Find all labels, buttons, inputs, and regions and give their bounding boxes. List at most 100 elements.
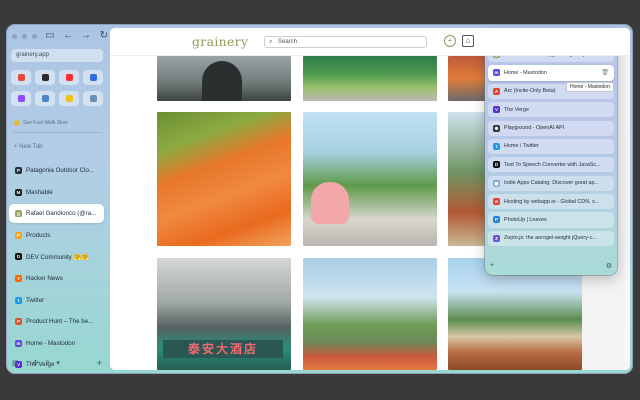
switcher-tab-item[interactable]: P PhotoUp | Leaves	[488, 212, 614, 228]
favorite-messenger[interactable]	[11, 91, 31, 106]
space-icon-1[interactable]: ✣	[33, 359, 39, 367]
photo-street-parade[interactable]	[303, 258, 437, 370]
photo-hotel-sign[interactable]: 泰安大酒店	[157, 258, 291, 370]
gear-icon[interactable]: ⚙	[606, 262, 612, 270]
library-icon[interactable]: ▥	[12, 359, 19, 367]
mastodon-icon: m	[15, 339, 22, 347]
sidebar-tab[interactable]: t Twitter	[9, 291, 104, 310]
dev-icon: D	[15, 253, 22, 261]
photoup-icon: P	[493, 216, 500, 224]
tooltip: Home - Mastodon	[566, 82, 614, 92]
switcher-tab-label: PhotoUp | Leaves	[504, 216, 547, 223]
fast-walk-label: See Fast Walk Slow	[23, 120, 68, 126]
favorite-youtube[interactable]	[59, 70, 79, 85]
favorite-puzzle[interactable]	[83, 91, 103, 106]
openai-icon: ✺	[493, 124, 500, 132]
switcher-tab-item[interactable]: ▦ Indie Apps Catalog: Discover great ap..…	[488, 175, 614, 191]
space-icon-2[interactable]: ⇪	[45, 359, 51, 367]
favorite-screen[interactable]	[35, 91, 55, 106]
zoom-window-button[interactable]	[32, 34, 37, 39]
search-input[interactable]: ⌕ Search	[264, 36, 427, 48]
new-tab-button[interactable]: + New Tab	[14, 144, 42, 150]
back-arrow-icon[interactable]: ←	[62, 30, 74, 42]
switcher-tab-label: Arc (Invite-Only Beta)	[504, 88, 556, 95]
sidebar-toggle-icon[interactable]: ▭	[44, 30, 56, 42]
sidebar: ▭ ← → ↻ grainery.app See Fast Walk Slow …	[6, 24, 108, 374]
minimize-window-button[interactable]	[22, 34, 27, 39]
facebook-icon	[89, 74, 97, 81]
photo-parade-float[interactable]	[303, 112, 437, 246]
sidebar-tab[interactable]: P Patagonia Outdoor Clo...	[9, 161, 104, 180]
favorite-bulb[interactable]	[59, 91, 79, 106]
products-icon: P	[15, 231, 22, 239]
favorite-gmail[interactable]	[11, 70, 31, 85]
switcher-tab-label: Home - Mastodon	[504, 69, 547, 76]
forward-arrow-icon[interactable]: →	[80, 30, 92, 42]
zepto-icon: Z	[493, 234, 500, 242]
sidebar-tab[interactable]: P Product Hunt – The be...	[9, 312, 104, 331]
photo-festival-crowd[interactable]	[448, 112, 488, 246]
gmail-icon	[17, 74, 25, 81]
sidebar-tab[interactable]: g Rafael Gandionco (@ra...	[9, 204, 104, 224]
close-window-button[interactable]	[12, 34, 17, 39]
sidebar-tab-label: Home - Mastodon	[26, 339, 76, 347]
indieapps-icon: ▦	[493, 179, 500, 187]
sidebar-tab-label: Product Hunt – The be...	[26, 318, 94, 326]
switcher-tab-item[interactable]: m Home - Mastodon 🗑	[488, 65, 614, 81]
switcher-tab-item[interactable]: ✺ Playground - OpenAI API	[488, 120, 614, 136]
sidebar-tab[interactable]: Y Hacker News	[9, 269, 104, 288]
dev-icon: D	[493, 161, 500, 169]
verge-icon: V	[493, 106, 500, 114]
sidebar-tab[interactable]: D DEV Community 🤗🤗	[9, 247, 104, 266]
switcher-tab-item[interactable]: D Text To Speech Converter with JavaSc...	[488, 157, 614, 173]
space-switcher: ✣ ⇪ ▾	[33, 359, 60, 367]
switcher-bottom-bar: + ⚙	[490, 262, 612, 270]
sidebar-tab[interactable]: M Mashable	[9, 183, 104, 202]
switcher-tab-label: Playground - OpenAI API	[504, 125, 565, 132]
photo-street-sign[interactable]	[448, 56, 488, 101]
photo-orange-wall-tree[interactable]	[157, 112, 291, 246]
sidebar-tab[interactable]: P Products	[9, 226, 104, 245]
favorites-grid	[11, 70, 103, 106]
photo-building-arch[interactable]	[157, 56, 291, 101]
url-bar[interactable]: grainery.app	[11, 49, 103, 62]
screen-icon	[41, 95, 49, 102]
switcher-tab-label: The Verge	[504, 106, 529, 113]
sidebar-tab-label: Rafael Gandionco (@ra...	[26, 210, 97, 218]
switcher-tab-label: Zepto.js: the aerogel-weight jQuery-c...	[504, 235, 597, 242]
home-icon[interactable]: ⌂	[462, 35, 474, 47]
space-icon-3[interactable]: ▾	[56, 359, 60, 367]
sidebar-tab-label: Patagonia Outdoor Clo...	[26, 167, 95, 174]
sidebar-tab-list: P Patagonia Outdoor Clo... M Mashable g Rafae…	[9, 161, 104, 374]
grainery-icon: g	[15, 210, 22, 218]
switcher-tab-item[interactable]: t Home / Twitter	[488, 138, 614, 155]
switcher-tab-item[interactable]: Z Zepto.js: the aerogel-weight jQuery-c..…	[488, 230, 614, 246]
switcher-add-button[interactable]: +	[490, 262, 494, 270]
trash-icon[interactable]: 🗑	[601, 69, 609, 76]
fast-walk-item[interactable]: See Fast Walk Slow	[14, 120, 68, 126]
reload-icon[interactable]: ↻	[98, 30, 110, 42]
youtube-icon	[65, 74, 73, 81]
switcher-tab-label: Indie Apps Catalog: Discover great ap...	[504, 180, 599, 187]
switcher-tab-item[interactable]: w Hosting by webapp.io - Global CDN, s...	[488, 194, 614, 210]
grainery-logo[interactable]: grainery	[192, 34, 248, 49]
twitter-icon: t	[15, 296, 22, 304]
switcher-tab-item[interactable]: V The Verge	[488, 102, 614, 118]
add-space-button[interactable]: +	[97, 358, 102, 368]
header-actions: + ⌂	[444, 35, 474, 47]
scrollbar[interactable]	[625, 56, 630, 370]
switcher-tab-label: Text To Speech Converter with JavaSc...	[504, 161, 601, 168]
sidebar-divider	[12, 132, 102, 133]
messenger-icon	[17, 95, 25, 102]
sidebar-tab-label: DEV Community 🤗🤗	[26, 253, 89, 261]
search-placeholder: Search	[278, 39, 298, 45]
bulb-icon	[65, 95, 73, 102]
add-icon[interactable]: +	[444, 35, 456, 47]
mashable-icon: M	[15, 188, 22, 196]
patagonia-icon: P	[15, 167, 22, 174]
favorite-notion[interactable]	[35, 70, 55, 85]
search-icon: ⌕	[269, 39, 273, 45]
photo-truck-mural[interactable]	[303, 56, 437, 101]
sidebar-tab[interactable]: m Home - Mastodon	[9, 334, 104, 353]
favorite-facebook[interactable]	[83, 70, 103, 85]
